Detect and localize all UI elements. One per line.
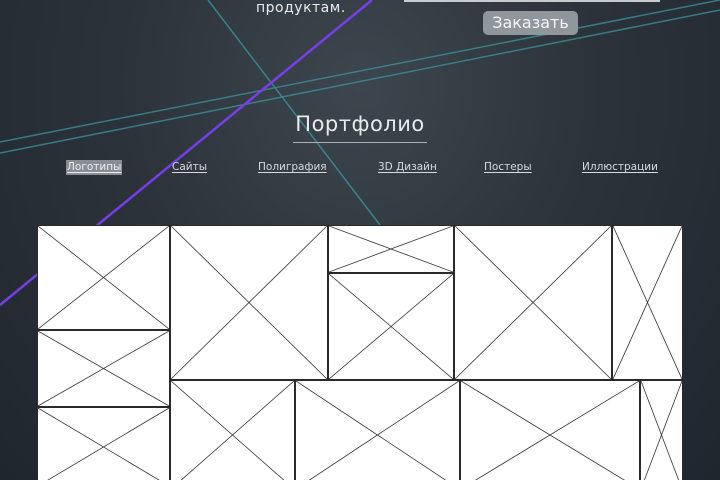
- tab-3d-design[interactable]: 3D Дизайн: [378, 160, 437, 175]
- image-placeholder-icon: [38, 226, 169, 329]
- image-placeholder-icon: [455, 226, 611, 379]
- tab-sites[interactable]: Сайты: [172, 160, 207, 175]
- portfolio-item[interactable]: [170, 225, 328, 380]
- portfolio-title: Портфолио: [295, 112, 425, 136]
- image-placeholder-icon: [461, 381, 639, 480]
- image-placeholder-icon: [38, 408, 169, 480]
- image-placeholder-icon: [329, 274, 453, 379]
- hero-divider: [404, 0, 660, 2]
- image-placeholder-icon: [171, 226, 327, 379]
- image-placeholder-icon: [641, 381, 682, 480]
- image-placeholder-icon: [296, 381, 459, 480]
- portfolio-item[interactable]: [612, 225, 683, 380]
- portfolio-item[interactable]: [170, 380, 295, 480]
- tab-posters[interactable]: Постеры: [484, 160, 532, 175]
- portfolio-item[interactable]: [640, 380, 683, 480]
- portfolio-item[interactable]: [37, 330, 170, 407]
- portfolio-item[interactable]: [37, 225, 170, 330]
- tab-illustrations[interactable]: Иллюстрации: [582, 160, 658, 175]
- portfolio-item[interactable]: [454, 225, 612, 380]
- image-placeholder-icon: [329, 226, 453, 272]
- tab-logos[interactable]: Логотипы: [66, 160, 123, 175]
- order-button[interactable]: Заказать: [483, 11, 578, 35]
- portfolio-item[interactable]: [460, 380, 640, 480]
- portfolio-grid: [37, 225, 683, 480]
- image-placeholder-icon: [171, 381, 294, 480]
- tab-polygraphy[interactable]: Полиграфия: [258, 160, 327, 175]
- image-placeholder-icon: [38, 331, 169, 406]
- hero-text: продуктам.: [256, 0, 346, 16]
- portfolio-title-underline: [293, 142, 427, 143]
- image-placeholder-icon: [613, 226, 682, 379]
- portfolio-item[interactable]: [37, 407, 170, 480]
- portfolio-item[interactable]: [295, 380, 460, 480]
- portfolio-item[interactable]: [328, 273, 454, 380]
- portfolio-item[interactable]: [328, 225, 454, 273]
